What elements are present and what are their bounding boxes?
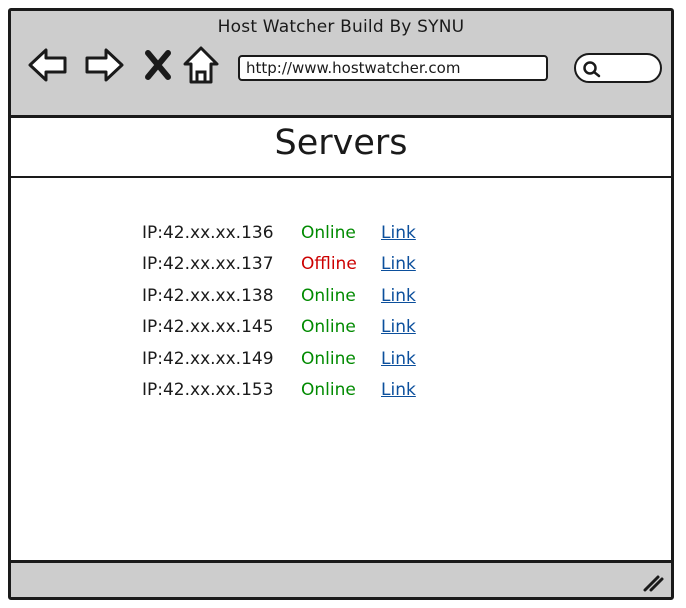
address-bar[interactable] xyxy=(238,55,548,81)
home-button[interactable] xyxy=(182,45,220,85)
server-row: IP:42.xx.xx.149 Online Link xyxy=(142,349,416,380)
resize-grip-icon[interactable] xyxy=(641,571,665,593)
server-status: Online xyxy=(301,348,356,369)
server-link[interactable]: Link xyxy=(381,380,416,400)
server-row: IP:42.xx.xx.137 Offline Link xyxy=(142,254,416,285)
server-link[interactable]: Link xyxy=(381,254,416,274)
browser-toolbar: Host Watcher Build By SYNU xyxy=(11,11,671,118)
server-link[interactable]: Link xyxy=(381,286,416,306)
server-ip: IP:42.xx.xx.137 xyxy=(142,254,274,275)
window-title: Host Watcher Build By SYNU xyxy=(217,17,465,37)
server-ip: IP:42.xx.xx.153 xyxy=(142,379,274,400)
server-status: Online xyxy=(301,223,356,243)
server-ip: IP:42.xx.xx.138 xyxy=(142,285,274,306)
forward-button[interactable] xyxy=(83,45,125,85)
server-ip: IP:42.xx.xx.145 xyxy=(142,317,274,338)
server-list: IP:42.xx.xx.136 Online Link IP:42.xx.xx.13… xyxy=(142,223,416,411)
server-row: IP:42.xx.xx.138 Online Link xyxy=(142,286,416,317)
server-row: IP:42.xx.xx.136 Online Link xyxy=(142,223,416,254)
server-row: IP:42.xx.xx.153 Online Link xyxy=(142,380,416,411)
back-arrow-icon xyxy=(28,48,67,82)
status-bar xyxy=(11,560,671,597)
server-link[interactable]: Link xyxy=(381,317,416,337)
browser-window: Host Watcher Build By SYNU http://www.ho… xyxy=(8,8,674,600)
home-icon xyxy=(183,46,219,84)
server-status: Offline xyxy=(301,254,357,275)
close-icon xyxy=(145,50,171,80)
search-field[interactable] xyxy=(574,53,662,83)
back-button[interactable] xyxy=(27,45,69,85)
server-status: Online xyxy=(301,285,356,306)
server-row: IP:42.xx.xx.145 Online Link xyxy=(142,317,416,348)
server-status: Online xyxy=(301,317,356,338)
server-ip: IP:42.xx.xx.136 xyxy=(142,223,274,243)
server-link[interactable]: Link xyxy=(381,223,416,243)
page-title: Servers xyxy=(274,123,408,163)
title-divider xyxy=(11,176,671,178)
server-link[interactable]: Link xyxy=(381,349,416,369)
search-icon xyxy=(583,61,601,78)
server-ip: IP:42.xx.xx.149 xyxy=(142,348,274,369)
stop-button[interactable] xyxy=(143,45,173,85)
server-status: Online xyxy=(301,379,356,400)
forward-arrow-icon xyxy=(85,48,124,82)
